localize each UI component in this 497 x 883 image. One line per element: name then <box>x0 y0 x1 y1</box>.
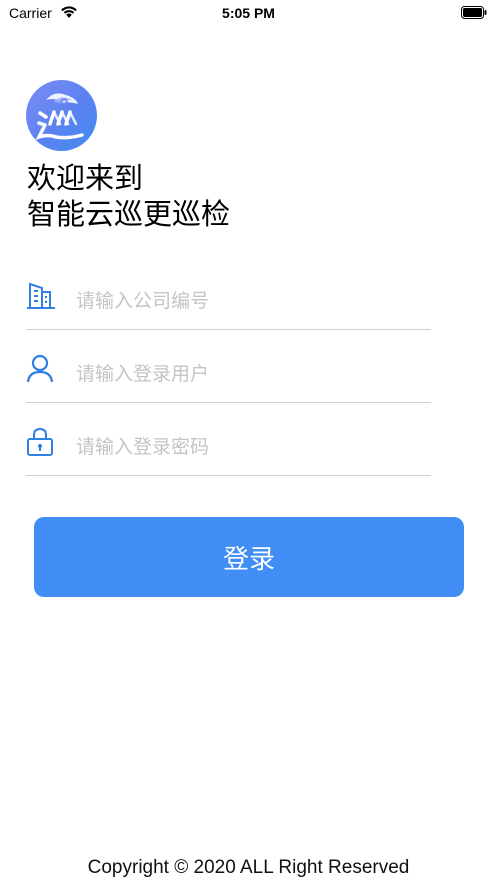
welcome-heading: 欢迎来到 智能云巡更巡检 <box>27 160 230 232</box>
user-icon <box>26 354 54 383</box>
battery-icon <box>461 6 487 19</box>
status-time: 5:05 PM <box>222 5 275 21</box>
password-input[interactable] <box>76 432 426 462</box>
building-icon <box>27 282 55 309</box>
app-logo <box>26 80 97 151</box>
welcome-line-1: 欢迎来到 <box>27 161 144 195</box>
welcome-line-2: 智能云巡更巡检 <box>27 197 231 231</box>
password-field <box>26 426 431 476</box>
username-input[interactable] <box>76 359 426 389</box>
patrol-logo-icon <box>35 93 84 140</box>
username-field <box>26 353 431 403</box>
status-bar: Carrier 5:05 PM <box>0 0 497 28</box>
copyright-footer: Copyright © 2020 ALL Right Reserved <box>87 857 410 878</box>
company-field <box>26 280 431 330</box>
company-id-input[interactable] <box>76 286 426 316</box>
login-button[interactable]: 登录 <box>34 517 464 597</box>
login-screen: Carrier 5:05 PM 欢迎来到 智能云巡更巡检 请输入公司编号 请输入… <box>0 0 497 883</box>
lock-icon <box>27 427 53 456</box>
